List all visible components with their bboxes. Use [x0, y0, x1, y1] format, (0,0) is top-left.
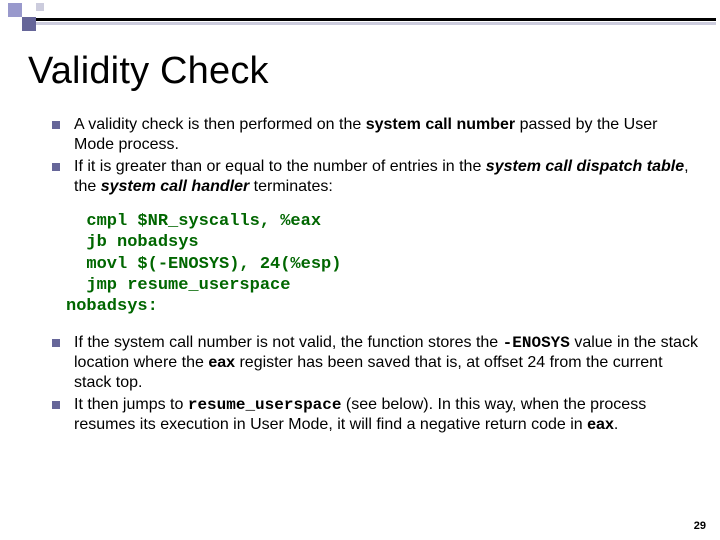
bold-text: eax [208, 354, 235, 371]
page-number: 29 [694, 520, 706, 532]
text: It then jumps to [74, 396, 188, 413]
text: terminates: [249, 178, 333, 195]
bold-text: eax [587, 416, 614, 433]
decor-line-dark [36, 18, 716, 21]
bullet-item: A validity check is then performed on th… [52, 115, 698, 155]
bold-italic-text: system call handler [101, 178, 250, 195]
bullet-list-bottom: If the system call number is not valid, … [28, 333, 698, 435]
decor-square-3 [36, 3, 44, 11]
text: If the system call number is not valid, … [74, 334, 503, 351]
bullet-item: It then jumps to resume_userspace (see b… [52, 395, 698, 435]
header-decoration [0, 0, 720, 42]
code-block: cmpl $NR_syscalls, %eax jb nobadsys movl… [66, 211, 698, 317]
slide-content: Validity Check A validity check is then … [28, 50, 698, 449]
bold-italic-text: system call dispatch table [486, 158, 684, 175]
bold-text: system call number [366, 116, 520, 133]
bullet-list-top: A validity check is then performed on th… [28, 115, 698, 197]
text: If it is greater than or equal to the nu… [74, 158, 486, 175]
bullet-item: If the system call number is not valid, … [52, 333, 698, 393]
decor-line-light [36, 22, 716, 25]
decor-square-1 [8, 3, 22, 17]
text: A validity check is then performed on th… [74, 116, 366, 133]
slide-title: Validity Check [28, 50, 698, 93]
decor-square-2 [22, 17, 36, 31]
code-inline: resume_userspace [188, 396, 342, 414]
text: . [614, 416, 618, 433]
bullet-item: If it is greater than or equal to the nu… [52, 157, 698, 197]
code-inline: -ENOSYS [503, 334, 570, 352]
